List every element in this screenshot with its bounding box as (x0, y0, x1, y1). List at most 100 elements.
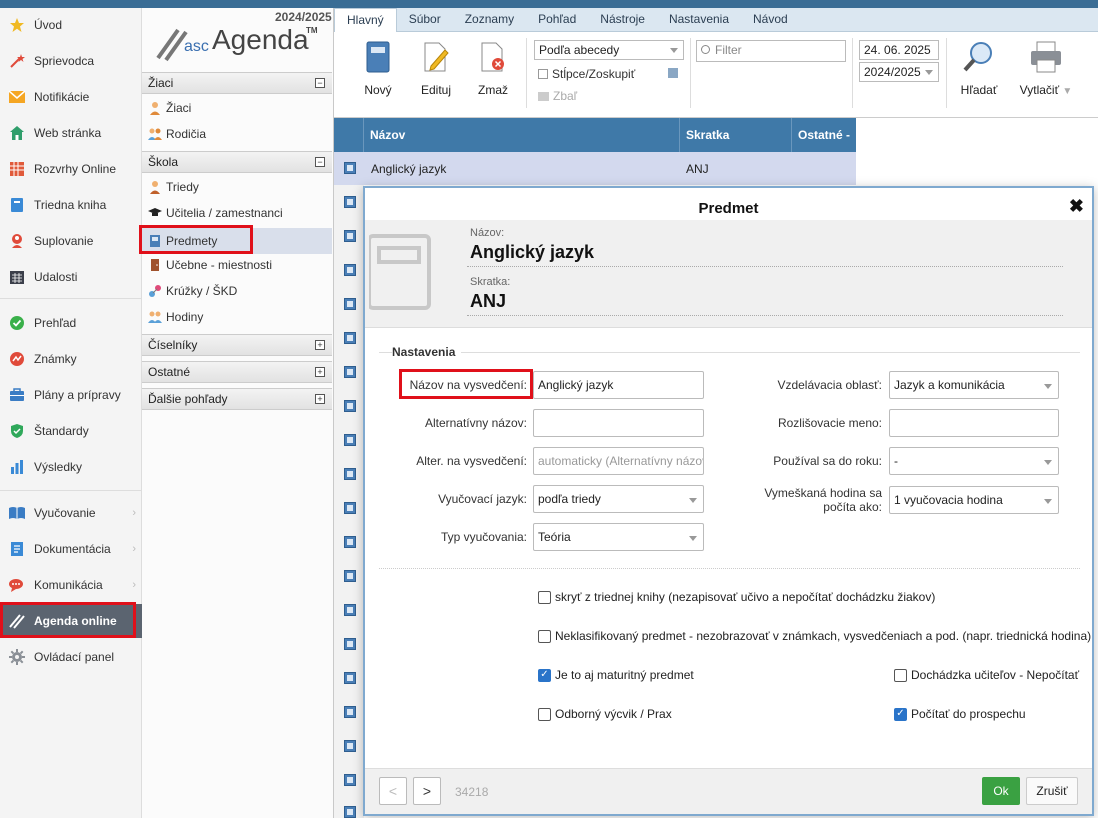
expand-icon[interactable]: + (315, 340, 325, 350)
search-icon (701, 45, 710, 54)
area-select[interactable]: Jazyk a komunikácia (889, 371, 1059, 399)
used-select[interactable]: - (889, 447, 1059, 475)
tree-item-kruzky[interactable]: Krúžky / ŠKD (142, 278, 332, 304)
expand-icon[interactable]: + (315, 394, 325, 404)
ok-button[interactable]: Ok (982, 777, 1020, 805)
attendance-checkbox[interactable]: Dochádzka učiteľov - Nepočítať (894, 668, 1079, 682)
nav-item-notifikacie[interactable]: Notifikácie (0, 80, 142, 114)
date-field[interactable]: 24. 06. 2025 (859, 40, 939, 60)
nav-item-znamky[interactable]: Známky (0, 342, 142, 376)
search-button[interactable]: Hľadať (954, 40, 1004, 97)
name-underline (467, 266, 1063, 267)
nav-item-plany[interactable]: Plány a prípravy (0, 378, 142, 412)
nav-item-ovladaci-panel[interactable]: Ovládací panel (0, 640, 142, 674)
nav-item-udalosti[interactable]: Udalosti (0, 260, 142, 294)
close-icon[interactable]: ✖ (1069, 196, 1084, 217)
asc-agenda-logo: asc Agenda TM (154, 20, 324, 66)
tab-navod[interactable]: Návod (741, 8, 800, 31)
nav-item-vysledky[interactable]: Výsledky (0, 450, 142, 484)
tab-nastroje[interactable]: Nástroje (588, 8, 657, 31)
nav-item-agenda-online[interactable]: Agenda online (0, 604, 142, 638)
chevron-right-icon: › (132, 543, 136, 555)
checkbox-box[interactable] (538, 707, 551, 721)
next-button[interactable]: > (413, 777, 441, 805)
report-name-input[interactable]: Anglický jazyk (533, 371, 704, 399)
nav-item-suplovanie[interactable]: Suplovanie (0, 224, 142, 258)
column-header-ostatne[interactable]: Ostatné - (792, 118, 856, 152)
nav-item-vyucovanie[interactable]: Vyučovanie › (0, 496, 142, 530)
abbr-value[interactable]: ANJ (470, 291, 506, 312)
tree-item-ucitelia[interactable]: Učitelia / zamestnanci (142, 200, 332, 226)
collapse-icon[interactable]: − (315, 157, 325, 167)
checkbox-box[interactable] (538, 629, 551, 643)
prev-button[interactable]: < (379, 777, 407, 805)
tree-item-ucebne[interactable]: Učebne - miestnosti (142, 252, 332, 278)
subject-row-icon (344, 162, 356, 174)
tree-item-hodiny[interactable]: Hodiny (142, 304, 332, 330)
checkmark-icon[interactable]: ✓ (894, 707, 907, 721)
nav-item-dokumentacia[interactable]: Dokumentácia › (0, 532, 142, 566)
tree-item-triedy[interactable]: Triedy (142, 174, 332, 200)
group-ostatne[interactable]: Ostatné + (142, 361, 332, 383)
tab-subor[interactable]: Súbor (397, 8, 453, 31)
alt-name-input[interactable] (533, 409, 704, 437)
group-ciselniky[interactable]: Číselníky + (142, 334, 332, 356)
average-checkbox[interactable]: ✓ Počítať do prospechu (894, 707, 1026, 721)
group-skola[interactable]: Škola − (142, 151, 332, 173)
checkbox-box[interactable] (538, 590, 551, 604)
column-header-nazov[interactable]: Názov (364, 118, 680, 152)
nav-item-web[interactable]: Web stránka (0, 116, 142, 150)
table-row-selected[interactable]: Anglický jazyk ANJ (334, 152, 856, 185)
subject-row-icon (344, 706, 356, 718)
collapse-icon[interactable]: − (315, 78, 325, 88)
type-select[interactable]: Teória (533, 523, 704, 551)
collapse-all-button[interactable]: Zbaľ (538, 89, 577, 103)
nav-item-prehlad[interactable]: Prehľad (0, 306, 142, 340)
group-dalsie[interactable]: Ďalšie pohľady + (142, 388, 332, 410)
cancel-button[interactable]: Zrušiť (1026, 777, 1078, 805)
subject-row-icon (344, 806, 356, 818)
hide-checkbox[interactable]: skryť z triednej knihy (nezapisovať učiv… (538, 590, 935, 604)
new-button[interactable]: Nový (353, 40, 403, 97)
name-value[interactable]: Anglický jazyk (470, 242, 594, 263)
tab-zoznamy[interactable]: Zoznamy (453, 8, 526, 31)
print-button[interactable]: Vytlačiť ▼ (1014, 40, 1078, 97)
nav-item-standardy[interactable]: Štandardy (0, 414, 142, 448)
nav-item-rozvrhy[interactable]: Rozvrhy Online (0, 152, 142, 186)
filter-input[interactable]: Filter (696, 40, 846, 62)
tree-item-ziaci[interactable]: Žiaci (142, 95, 332, 121)
tab-hlavny[interactable]: Hlavný (334, 8, 397, 32)
lang-select[interactable]: podľa triedy (533, 485, 704, 513)
delete-button[interactable]: Zmaž (468, 40, 518, 97)
column-header-skratka[interactable]: Skratka (680, 118, 792, 152)
nav-item-komunikacia[interactable]: Komunikácia › (0, 568, 142, 602)
subject-row-icon (344, 536, 356, 548)
edit-button[interactable]: Edituj (411, 40, 461, 97)
expand-icon[interactable]: + (315, 367, 325, 377)
missed-select[interactable]: 1 vyučovacia hodina (889, 486, 1059, 514)
toolbar-separator (690, 38, 691, 108)
unclassified-checkbox[interactable]: Neklasifikovaný predmet - nezobrazovať v… (538, 629, 1091, 643)
grid-icon (8, 160, 26, 178)
year-select[interactable]: 2024/2025 (859, 62, 939, 82)
lang-label: Vyučovací jazyk: (438, 492, 527, 506)
group-ziaci[interactable]: Žiaci − (142, 72, 332, 94)
save-layout-icon[interactable] (668, 67, 678, 81)
distinct-input[interactable] (889, 409, 1059, 437)
tab-nastavenia[interactable]: Nastavenia (657, 8, 741, 31)
checkmark-icon[interactable]: ✓ (538, 668, 551, 682)
alt-report-input[interactable]: automaticky (Alternatívny názov) (533, 447, 704, 475)
tree-item-rodicia[interactable]: Rodičia (142, 121, 332, 147)
matura-checkbox[interactable]: ✓ Je to aj maturitný predmet (538, 668, 694, 682)
nav-item-sprievodca[interactable]: Sprievodca (0, 44, 142, 78)
alt-name-label: Alternatívny názov: (424, 416, 527, 430)
nav-item-triedna-kniha[interactable]: Triedna kniha (0, 188, 142, 222)
checkbox-box[interactable] (894, 668, 907, 682)
sort-select[interactable]: Podľa abecedy (534, 40, 684, 60)
vocational-checkbox[interactable]: Odborný výcvik / Prax (538, 707, 672, 721)
name-label: Názov: (470, 227, 505, 239)
tab-pohlad[interactable]: Pohľad (526, 8, 588, 31)
nav-item-uvod[interactable]: Úvod (0, 8, 142, 42)
columns-group-button[interactable]: Stĺpce/Zoskupiť (538, 67, 635, 81)
tree-item-predmety[interactable]: Predmety (142, 228, 332, 254)
